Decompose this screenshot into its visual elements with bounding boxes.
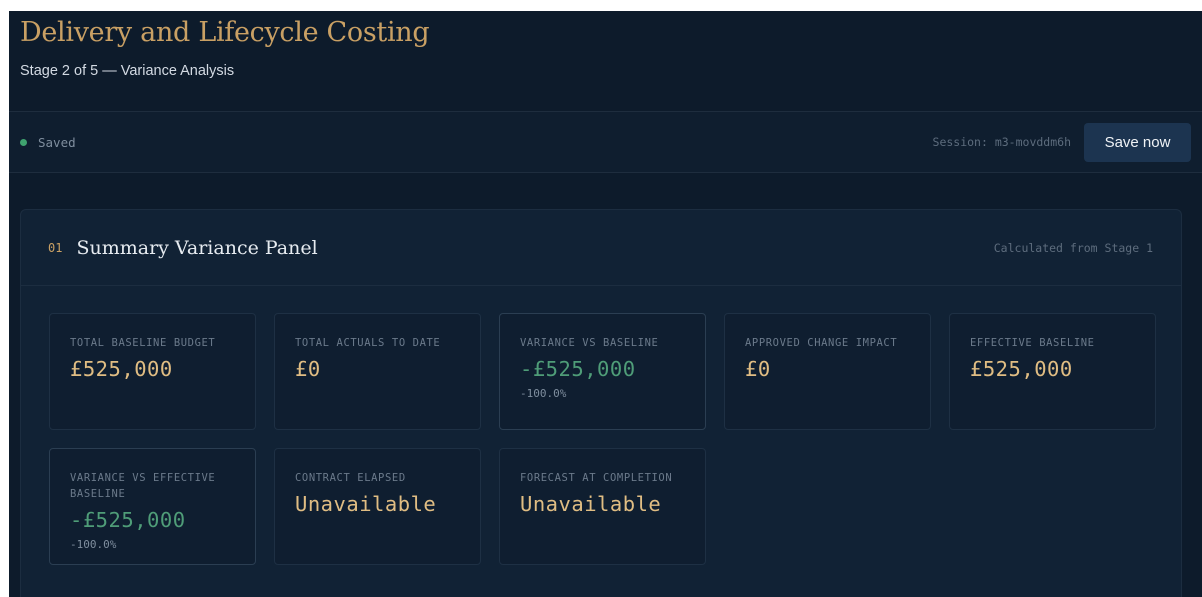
metric-label: TOTAL ACTUALS TO DATE xyxy=(295,337,441,349)
panel-number: 01 xyxy=(48,240,63,255)
metric-value: £525,000 xyxy=(70,357,173,381)
metric-label: EFFECTIVE BASELINE xyxy=(970,337,1095,349)
saved-status-icon xyxy=(20,138,27,146)
saved-status-label: Saved xyxy=(38,134,76,150)
app-window: Delivery and Lifecycle Costing Stage 2 o… xyxy=(9,11,1202,597)
session-id: Session: m3-movddm6h xyxy=(932,135,1071,149)
metric-label: VARIANCE VS EFFECTIVE BASELINE xyxy=(70,472,216,500)
metric-value: £0 xyxy=(745,357,771,381)
metric-card-contract-elapsed: CONTRACT ELAPSED Unavailable xyxy=(274,448,481,565)
panel-note: Calculated from Stage 1 xyxy=(993,240,1153,255)
metric-label: VARIANCE VS BASELINE xyxy=(520,337,659,349)
panel-header: 01 Summary Variance Panel Calculated fro… xyxy=(21,210,1181,286)
metric-value: £0 xyxy=(295,357,321,381)
metric-card-approved-change-impact: APPROVED CHANGE IMPACT £0 xyxy=(724,313,931,430)
metric-value: Unavailable xyxy=(295,492,437,516)
metric-label: APPROVED CHANGE IMPACT xyxy=(745,337,898,349)
page-header: Delivery and Lifecycle Costing Stage 2 o… xyxy=(9,11,1202,112)
metric-value: £525,000 xyxy=(970,357,1073,381)
metric-card-variance-vs-baseline: VARIANCE VS BASELINE -£525,000 -100.0% xyxy=(499,313,706,430)
save-now-button[interactable]: Save now xyxy=(1084,122,1191,162)
metric-grid: TOTAL BASELINE BUDGET £525,000 TOTAL ACT… xyxy=(49,313,1156,565)
metric-value: -£525,000 xyxy=(520,357,636,381)
metric-card-forecast-at-completion: FORECAST AT COMPLETION Unavailable xyxy=(499,448,706,565)
summary-variance-panel: 01 Summary Variance Panel Calculated fro… xyxy=(20,209,1182,597)
metric-value: -£525,000 xyxy=(70,508,186,532)
metric-percent: -100.0% xyxy=(520,387,567,400)
metric-label: CONTRACT ELAPSED xyxy=(295,472,406,484)
metric-label: TOTAL BASELINE BUDGET xyxy=(70,337,216,349)
page-title: Delivery and Lifecycle Costing xyxy=(20,17,430,48)
stage-subtitle: Stage 2 of 5 — Variance Analysis xyxy=(20,63,235,79)
metric-card-total-actuals: TOTAL ACTUALS TO DATE £0 xyxy=(274,313,481,430)
metric-value: Unavailable xyxy=(520,492,662,516)
metric-card-total-baseline-budget: TOTAL BASELINE BUDGET £525,000 xyxy=(49,313,256,430)
metric-card-effective-baseline: EFFECTIVE BASELINE £525,000 xyxy=(949,313,1156,430)
metric-card-variance-vs-effective-baseline: VARIANCE VS EFFECTIVE BASELINE -£525,000… xyxy=(49,448,256,565)
panel-title: Summary Variance Panel xyxy=(76,236,318,259)
metric-percent: -100.0% xyxy=(70,538,117,551)
metric-label: FORECAST AT COMPLETION xyxy=(520,472,673,484)
status-bar: Saved Session: m3-movddm6h Save now xyxy=(9,112,1202,173)
